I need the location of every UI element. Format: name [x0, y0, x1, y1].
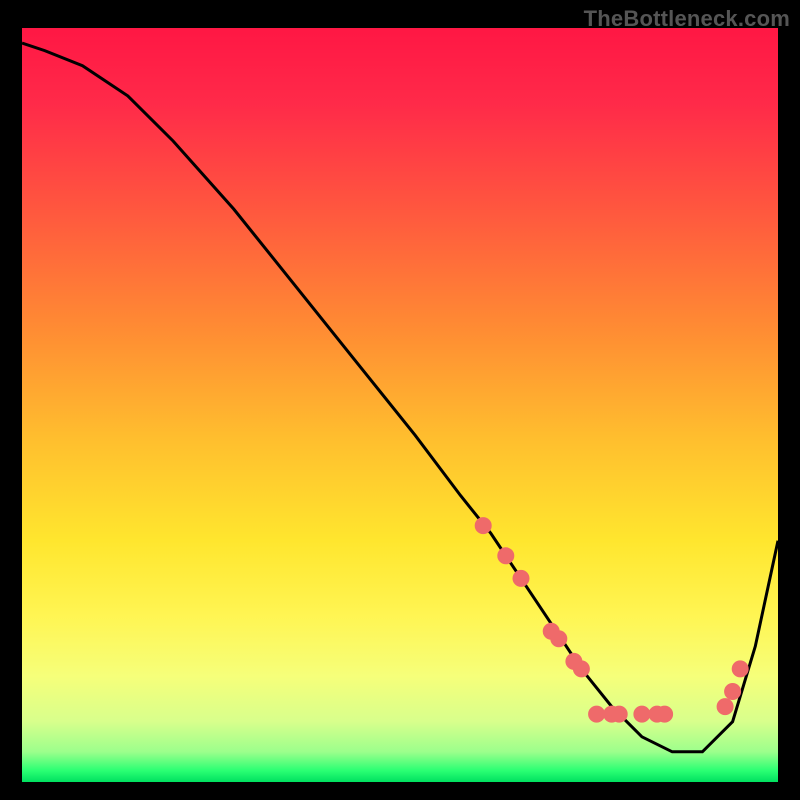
marker-point	[657, 706, 673, 722]
marker-point	[611, 706, 627, 722]
marker-point	[551, 631, 567, 647]
marker-point	[573, 661, 589, 677]
gradient-rect	[22, 28, 778, 782]
plot-area	[22, 28, 778, 782]
marker-point	[732, 661, 748, 677]
marker-point	[634, 706, 650, 722]
marker-point	[513, 570, 529, 586]
marker-point	[589, 706, 605, 722]
chart-frame: TheBottleneck.com	[0, 0, 800, 800]
marker-point	[475, 518, 491, 534]
marker-point	[717, 699, 733, 715]
marker-point	[498, 548, 514, 564]
marker-point	[725, 684, 741, 700]
chart-svg	[22, 28, 778, 782]
